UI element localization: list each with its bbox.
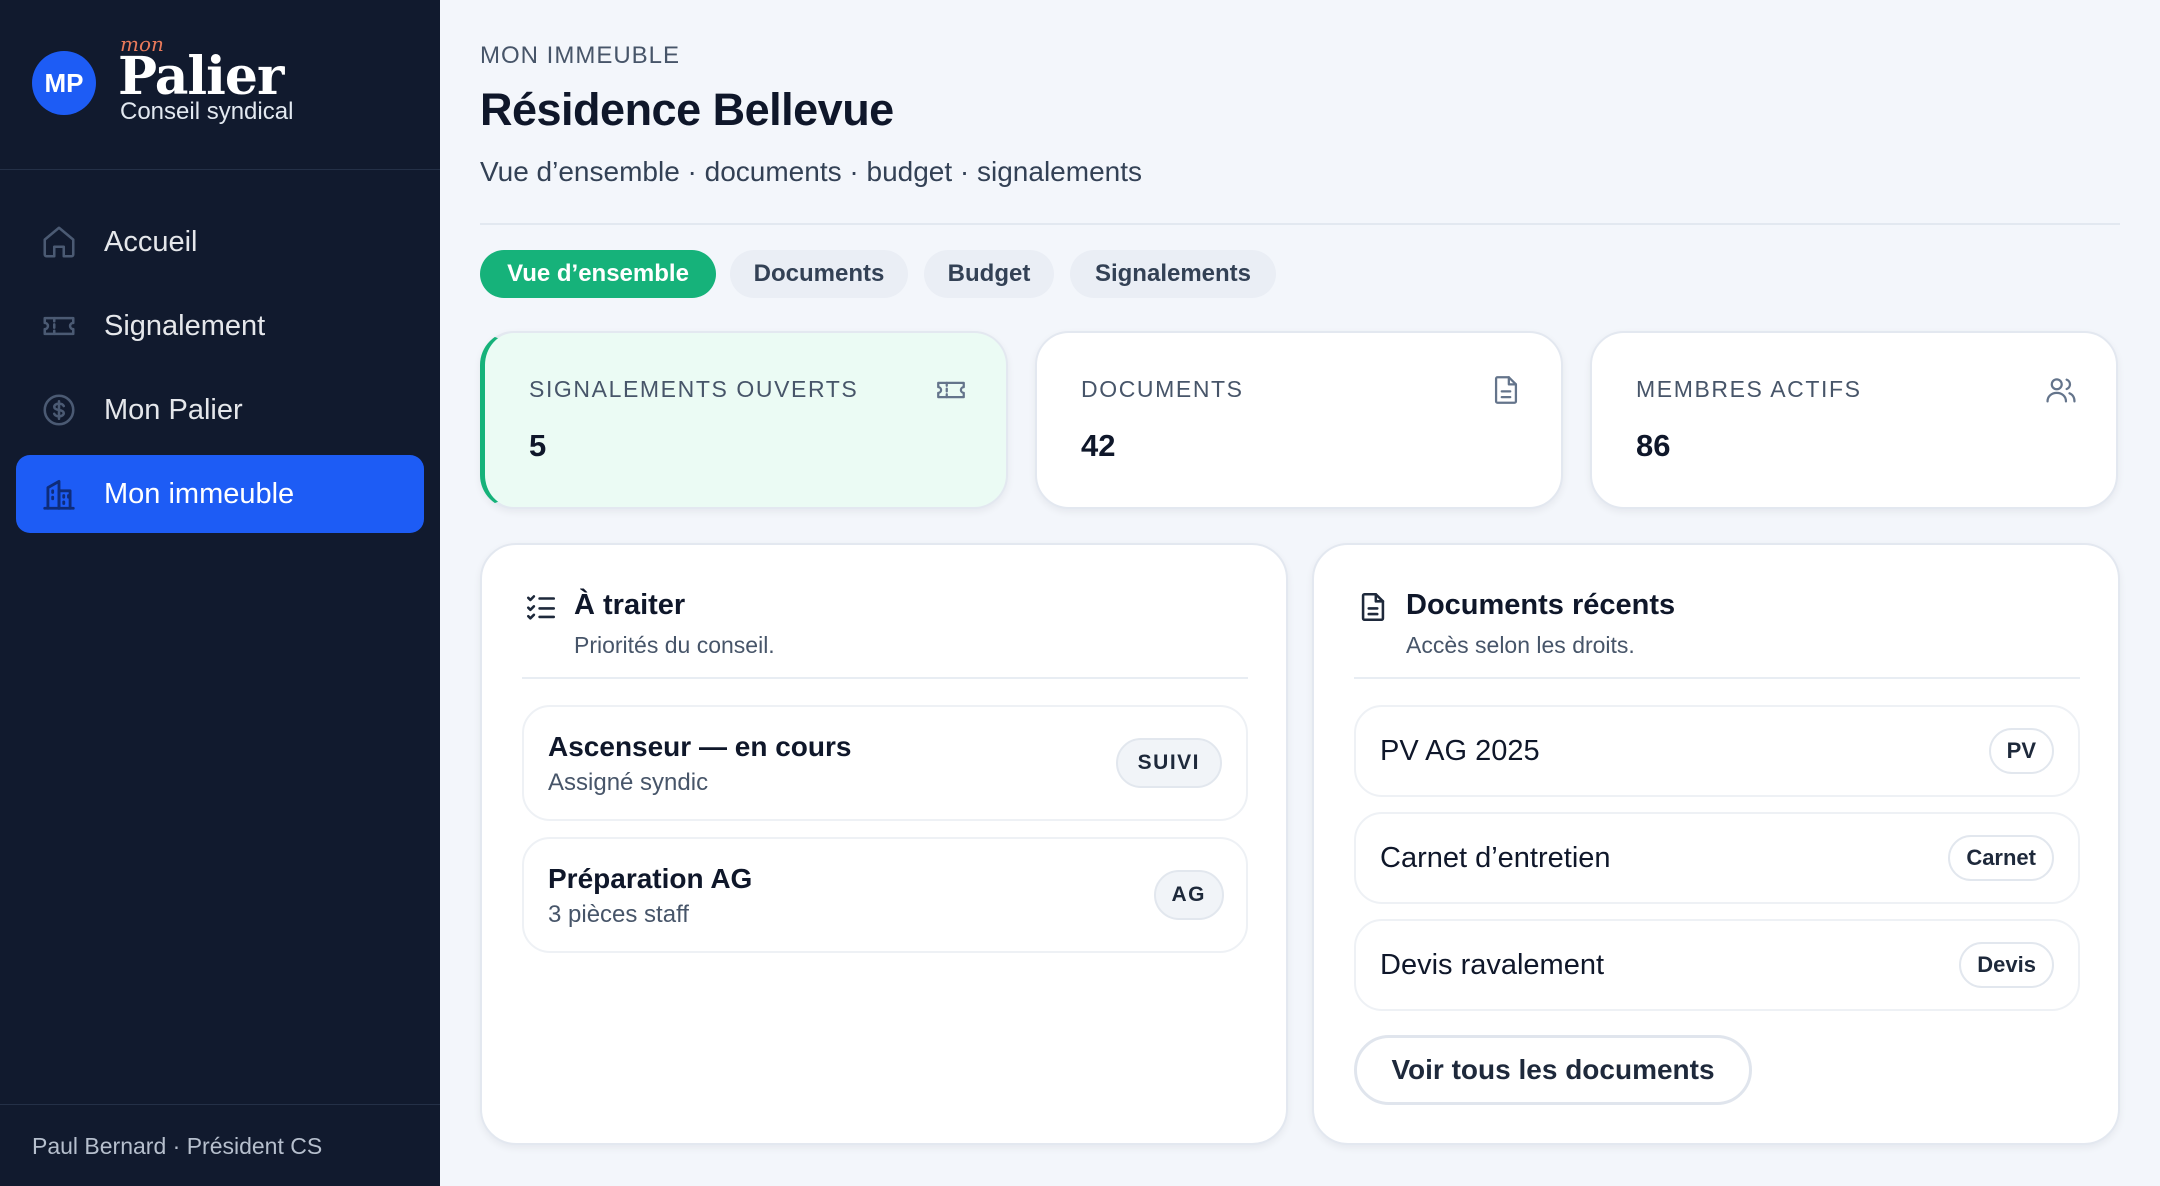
ticket-icon bbox=[937, 381, 965, 399]
todo-panel: À traiter Priorités du conseil. Ascenseu… bbox=[480, 543, 1288, 1145]
tab-signalements[interactable]: Signalements bbox=[1070, 250, 1276, 298]
stat-label: SIGNALEMENTS OUVERTS bbox=[529, 376, 859, 402]
stat-value: 5 bbox=[529, 428, 547, 463]
recent-documents-panel: Documents récents Accès selon les droits… bbox=[1312, 543, 2120, 1145]
document-type-badge: Carnet bbox=[1948, 835, 2054, 881]
todo-item[interactable]: Ascenseur — en cours Assigné syndic SUIV… bbox=[522, 705, 1248, 821]
panel-subtitle: Accès selon les droits. bbox=[1406, 632, 1635, 658]
document-type-badge: Devis bbox=[1959, 942, 2054, 988]
stat-label: MEMBRES ACTIFS bbox=[1636, 376, 1862, 402]
todo-item-title: Ascenseur — en cours bbox=[548, 731, 852, 762]
panel-title: Documents récents bbox=[1406, 589, 1676, 621]
home-icon bbox=[43, 226, 75, 258]
document-title: PV AG 2025 bbox=[1380, 735, 1540, 767]
page-title: Résidence Bellevue bbox=[480, 84, 894, 135]
stat-value: 86 bbox=[1636, 428, 1671, 463]
document-title: Devis ravalement bbox=[1380, 949, 1605, 981]
todo-item-subtitle: Assigné syndic bbox=[548, 769, 709, 796]
dollar-icon bbox=[43, 394, 75, 426]
sidebar-item-mon-palier[interactable]: Mon Palier bbox=[16, 371, 424, 449]
sidebar-item-accueil[interactable]: Accueil bbox=[16, 203, 424, 281]
document-title: Carnet d’entretien bbox=[1380, 842, 1611, 874]
checklist-icon bbox=[526, 595, 556, 620]
document-row[interactable]: Devis ravalement Devis bbox=[1354, 919, 2080, 1011]
header-divider bbox=[480, 223, 2120, 225]
tab-vue-ensemble[interactable]: Vue d’ensemble bbox=[480, 250, 716, 298]
page-subtitle: Vue d’ensemble · documents · budget · si… bbox=[480, 156, 1142, 187]
sidebar-item-label: Accueil bbox=[104, 225, 198, 258]
page-eyebrow: MON IMMEUBLE bbox=[480, 42, 681, 69]
document-row[interactable]: Carnet d’entretien Carnet bbox=[1354, 812, 2080, 904]
panel-subtitle: Priorités du conseil. bbox=[574, 632, 775, 658]
user-name-role: Paul Bernard · Président CS bbox=[32, 1133, 323, 1159]
document-icon bbox=[1494, 376, 1518, 404]
stat-card-signalements[interactable]: SIGNALEMENTS OUVERTS 5 bbox=[480, 331, 1008, 509]
user-footer: Paul Bernard · Président CS bbox=[0, 1104, 440, 1186]
sidebar-item-label: Signalement bbox=[104, 309, 266, 342]
sidebar-item-label: Mon immeuble bbox=[104, 477, 295, 510]
stat-label: DOCUMENTS bbox=[1081, 376, 1244, 402]
building-icon bbox=[43, 479, 75, 510]
status-badge: AG bbox=[1153, 870, 1224, 920]
panel-divider bbox=[522, 677, 1248, 679]
document-row[interactable]: PV AG 2025 PV bbox=[1354, 705, 2080, 797]
todo-item[interactable]: Préparation AG 3 pièces staff AG bbox=[522, 837, 1248, 953]
sidebar-item-label: Mon Palier bbox=[104, 393, 243, 426]
brand-subtitle: Conseil syndical bbox=[120, 98, 294, 125]
view-all-documents-button[interactable]: Voir tous les documents bbox=[1354, 1035, 1752, 1105]
sidebar-item-signalement[interactable]: Signalement bbox=[16, 287, 424, 365]
brand-avatar: MP bbox=[32, 51, 96, 115]
stat-value: 42 bbox=[1081, 428, 1116, 463]
users-icon bbox=[2046, 378, 2076, 403]
todo-item-subtitle: 3 pièces staff bbox=[548, 901, 689, 928]
tab-documents[interactable]: Documents bbox=[730, 250, 908, 298]
document-type-badge: PV bbox=[1988, 728, 2054, 774]
sidebar: MP mon Palier Conseil syndical Accueil S… bbox=[0, 0, 440, 1186]
ticket-icon bbox=[43, 316, 75, 336]
document-icon bbox=[1361, 592, 1385, 622]
tab-budget[interactable]: Budget bbox=[924, 250, 1054, 298]
panel-divider bbox=[1354, 677, 2080, 679]
stat-card-membres[interactable]: MEMBRES ACTIFS 86 bbox=[1590, 331, 2118, 509]
panel-title: À traiter bbox=[574, 589, 686, 621]
sidebar-item-mon-immeuble[interactable]: Mon immeuble bbox=[16, 455, 424, 533]
status-badge: SUIVI bbox=[1115, 738, 1222, 788]
brand: MP mon Palier Conseil syndical bbox=[0, 0, 440, 170]
stat-card-documents[interactable]: DOCUMENTS 42 bbox=[1035, 331, 1563, 509]
todo-item-title: Préparation AG bbox=[548, 863, 753, 894]
